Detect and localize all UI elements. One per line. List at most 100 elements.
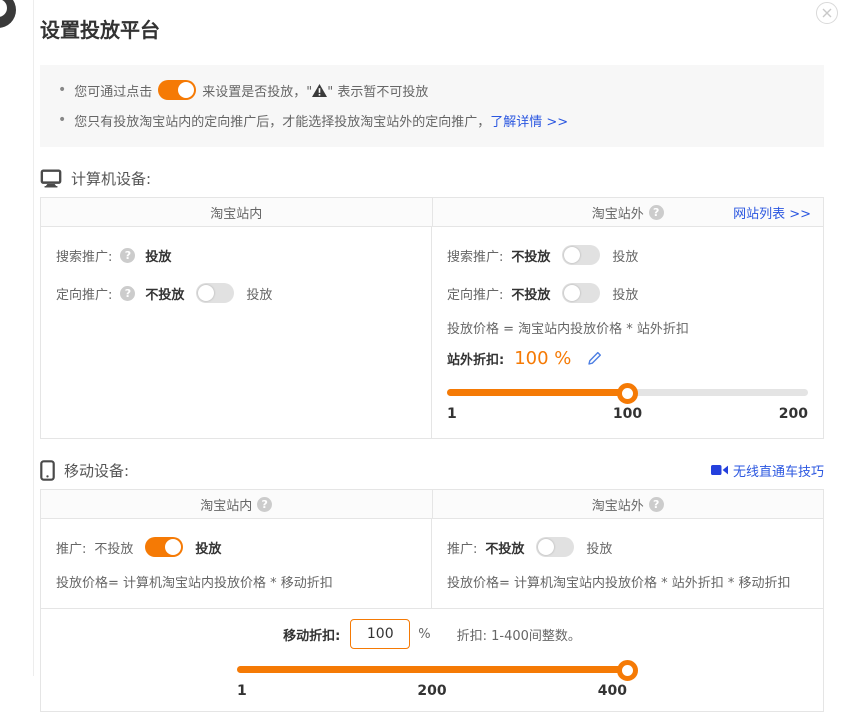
- slider-fill: [237, 666, 627, 673]
- off-label: 不投放: [145, 284, 184, 303]
- notice-text: 来设置是否投放，": [202, 81, 312, 100]
- notice-box: • 您可通过点击 来设置是否投放，" " 表示暂不可投放 • 您只有投放淘宝站内…: [40, 65, 824, 147]
- computer-onsite-targeted-toggle[interactable]: [196, 283, 234, 303]
- tick-max: 400: [598, 683, 627, 699]
- computer-section-label: 计算机设备:: [71, 168, 151, 189]
- off-label: 不投放: [485, 538, 524, 557]
- mobile-table: 淘宝站内 ? 淘宝站外 ? 推广: 不投放 投放 投放价格= 计算机淘宝站内: [40, 489, 824, 712]
- mobile-discount-input[interactable]: [350, 619, 410, 649]
- toggle-knob: [564, 285, 580, 301]
- mobile-onsite-promo-row: 推广: 不投放 投放: [56, 528, 416, 566]
- computer-offsite-search-row: 搜索推广: 不投放 投放: [447, 236, 808, 274]
- mobile-discount-panel: 移动折扣: % 折扣: 1-400间整数。 1 200 400: [41, 608, 823, 711]
- on-label: 投放: [586, 538, 612, 557]
- page-title: 设置投放平台: [40, 14, 824, 43]
- on-label: 投放: [612, 284, 638, 303]
- mobile-offsite-promo-row: 推广: 不投放 投放: [447, 528, 808, 566]
- row-label: 搜索推广:: [447, 246, 503, 265]
- toggle-example[interactable]: [158, 80, 196, 100]
- computer-onsite-cell: 搜索推广: ? 投放 定向推广: ? 不投放 投放: [41, 227, 432, 438]
- mobile-offsite-promo-toggle[interactable]: [536, 537, 574, 557]
- mobile-offsite-header-cell: 淘宝站外 ?: [433, 490, 824, 518]
- offsite-slider-ticks: 1 100 200: [447, 406, 808, 426]
- bullet-dot: •: [58, 112, 66, 128]
- row-label: 推广:: [447, 538, 477, 557]
- help-icon[interactable]: ?: [649, 497, 664, 512]
- mobile-onsite-cell: 推广: 不投放 投放 投放价格= 计算机淘宝站内投放价格 * 移动折扣: [41, 519, 432, 608]
- tick-mid: 100: [613, 406, 642, 422]
- computer-offsite-targeted-toggle[interactable]: [562, 283, 600, 303]
- mobile-onsite-promo-toggle[interactable]: [145, 537, 183, 557]
- computer-onsite-targeted-row: 定向推广: ? 不投放 投放: [56, 274, 416, 312]
- mobile-icon: [40, 460, 55, 481]
- video-camera-icon: [711, 464, 728, 476]
- row-label: 定向推广:: [447, 284, 503, 303]
- mobile-discount-slider: [237, 659, 627, 681]
- computer-offsite-header-cell: 淘宝站外 ? 网站列表 >>: [433, 198, 824, 226]
- computer-onsite-header-cell: 淘宝站内: [41, 198, 433, 226]
- toggle-knob: [538, 539, 554, 555]
- mobile-discount-unit: %: [418, 627, 430, 642]
- mobile-discount-hint: 折扣: 1-400间整数。: [457, 625, 581, 644]
- corner-help-bubble-inner: [0, 0, 7, 17]
- computer-icon: [40, 169, 62, 188]
- mobile-discount-row: 移动折扣: % 折扣: 1-400间整数。: [41, 617, 823, 651]
- site-list-link[interactable]: 网站列表 >>: [733, 203, 811, 222]
- on-label: 投放: [612, 246, 638, 265]
- offsite-discount-label: 站外折扣:: [447, 349, 504, 368]
- slider-handle[interactable]: [617, 383, 638, 404]
- help-icon[interactable]: ?: [649, 205, 664, 220]
- notice-bullet-2: • 您只有投放淘宝站内的定向推广后，才能选择投放淘宝站外的定向推广， 了解详情 …: [54, 105, 810, 135]
- mobile-section-label: 移动设备:: [64, 460, 129, 481]
- toggle-knob: [564, 247, 580, 263]
- help-icon[interactable]: ?: [257, 497, 272, 512]
- mobile-section-header: 移动设备: 无线直通车技巧: [40, 455, 824, 485]
- edit-pencil-icon[interactable]: [587, 351, 602, 366]
- offsite-discount-row: 站外折扣: 100 %: [447, 342, 808, 374]
- mobile-onsite-header: 淘宝站内: [200, 495, 252, 514]
- toggle-knob: [165, 539, 181, 555]
- computer-table: 淘宝站内 淘宝站外 ? 网站列表 >> 搜索推广: ? 投放: [40, 197, 824, 439]
- offsite-discount-value: 100 %: [514, 348, 571, 369]
- computer-offsite-search-toggle[interactable]: [562, 245, 600, 265]
- help-icon[interactable]: ?: [120, 248, 135, 263]
- tick-min: 1: [237, 683, 247, 699]
- panel-left-border: [33, 0, 34, 676]
- warning-icon: [312, 84, 327, 97]
- row-label: 定向推广:: [56, 284, 112, 303]
- notice-bullet-1: • 您可通过点击 来设置是否投放，" " 表示暂不可投放: [54, 75, 810, 105]
- computer-onsite-search-row: 搜索推广: ? 投放: [56, 236, 416, 274]
- on-label: 投放: [246, 284, 272, 303]
- notice-text: 您可通过点击: [74, 81, 152, 100]
- mobile-onsite-header-cell: 淘宝站内 ?: [41, 490, 433, 518]
- row-value: 投放: [145, 246, 171, 265]
- help-icon[interactable]: ?: [120, 286, 135, 301]
- row-label: 推广:: [56, 538, 86, 557]
- mobile-offsite-formula: 投放价格= 计算机淘宝站内投放价格 * 站外折扣 * 移动折扣: [447, 566, 808, 596]
- slider-handle[interactable]: [617, 660, 638, 681]
- computer-onsite-header: 淘宝站内: [210, 203, 262, 222]
- notice-text: 您只有投放淘宝站内的定向推广后，才能选择投放淘宝站外的定向推广，: [74, 111, 490, 130]
- computer-offsite-header: 淘宝站外: [592, 203, 644, 222]
- mobile-offsite-cell: 推广: 不投放 投放 投放价格= 计算机淘宝站内投放价格 * 站外折扣 * 移动…: [432, 519, 823, 608]
- wireless-tips-link[interactable]: 无线直通车技巧: [733, 461, 824, 480]
- mobile-discount-label: 移动折扣:: [283, 625, 340, 644]
- mobile-onsite-formula: 投放价格= 计算机淘宝站内投放价格 * 移动折扣: [56, 566, 416, 596]
- on-label: 投放: [195, 538, 221, 557]
- offsite-price-formula: 投放价格 = 淘宝站内投放价格 * 站外折扣: [447, 312, 808, 342]
- row-label: 搜索推广:: [56, 246, 112, 265]
- slider-fill: [447, 389, 628, 396]
- toggle-knob: [178, 82, 194, 98]
- computer-offsite-targeted-row: 定向推广: 不投放 投放: [447, 274, 808, 312]
- tick-min: 1: [447, 406, 457, 422]
- mobile-slider-ticks: 1 200 400: [237, 683, 627, 703]
- notice-text: " 表示暂不可投放: [327, 81, 428, 100]
- corner-help-bubble: [0, 0, 16, 28]
- off-label: 不投放: [511, 284, 550, 303]
- learn-more-link[interactable]: 了解详情 >>: [490, 111, 568, 130]
- bullet-dot: •: [58, 82, 66, 98]
- off-label: 不投放: [94, 538, 133, 557]
- toggle-knob: [198, 285, 214, 301]
- tick-mid: 200: [417, 683, 446, 699]
- off-label: 不投放: [511, 246, 550, 265]
